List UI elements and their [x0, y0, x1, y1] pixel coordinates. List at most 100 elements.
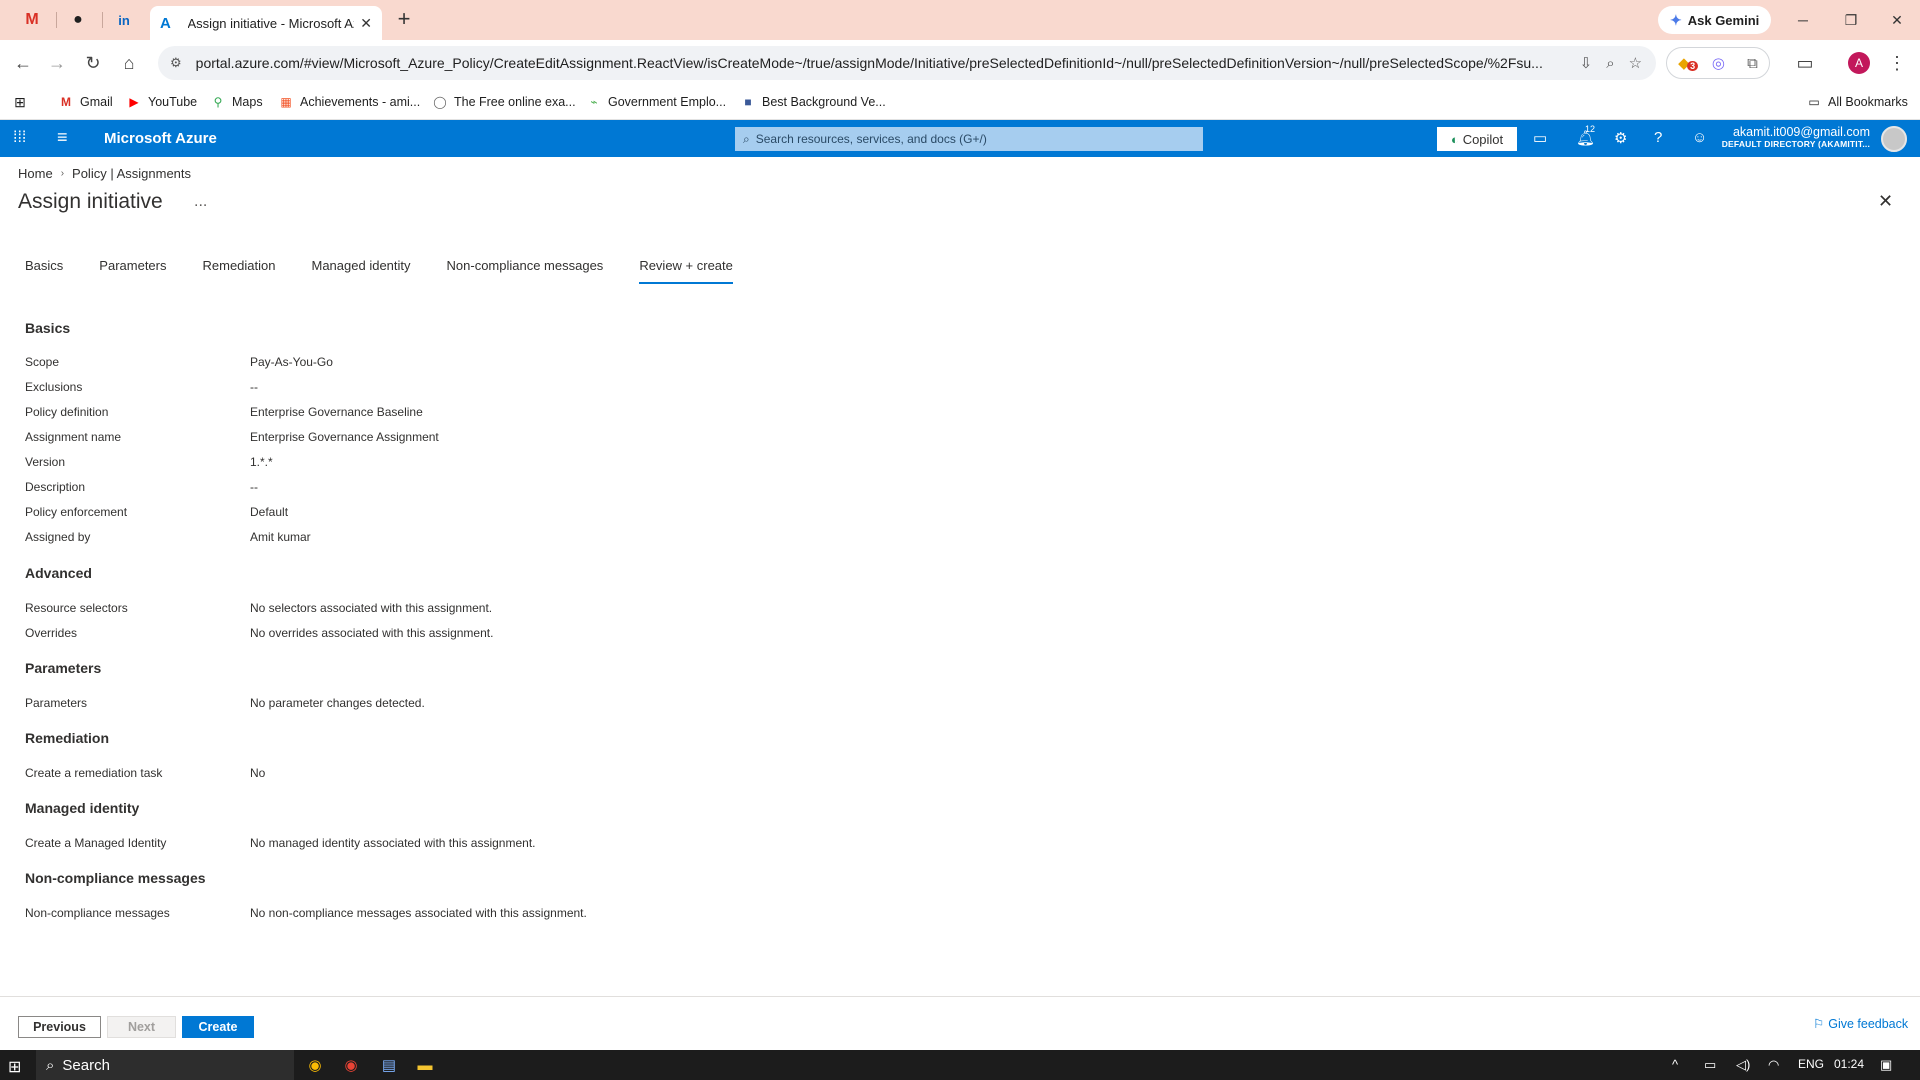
create-button[interactable]: Create — [182, 1016, 254, 1038]
notification-center-icon[interactable]: ▣ — [1880, 1057, 1892, 1073]
help-icon[interactable]: ? — [1654, 129, 1662, 146]
close-tab-icon[interactable]: ✕ — [360, 15, 372, 32]
clock[interactable]: 01:24 — [1834, 1057, 1864, 1071]
active-browser-tab[interactable]: A Assign initiative - Microsoft Azure ✕ — [150, 6, 382, 40]
next-button[interactable]: Next — [107, 1016, 176, 1038]
bookmark-label: Achievements - ami... — [300, 95, 421, 109]
search-placeholder: Search resources, services, and docs (G+… — [755, 132, 987, 146]
extension-icon[interactable]: ◎ — [1712, 54, 1725, 72]
close-blade-icon[interactable]: ✕ — [1878, 191, 1893, 212]
row-label: Scope — [25, 355, 60, 369]
row-label: Exclusions — [25, 380, 83, 394]
side-panel-icon[interactable]: ▭ — [1792, 50, 1818, 76]
row-label: Assignment name — [25, 430, 122, 444]
row-label: Resource selectors — [25, 601, 128, 615]
windows-start-icon[interactable]: ⊞ — [8, 1057, 21, 1077]
azure-brand[interactable]: Microsoft Azure — [104, 130, 217, 147]
linkedin-pinned-tab-icon[interactable]: in — [112, 8, 136, 32]
tab-parameters[interactable]: Parameters — [99, 252, 166, 284]
tab-review-create[interactable]: Review + create — [639, 252, 733, 284]
row-label: Create a Managed Identity — [25, 836, 167, 850]
volume-icon[interactable]: ◁) — [1736, 1057, 1750, 1073]
site-favicon-icon: ■ — [744, 95, 752, 109]
zoom-icon[interactable]: ⌕ — [1606, 55, 1614, 72]
settings-gear-icon[interactable]: ⚙ — [1614, 129, 1627, 147]
bookmark-free-online-exam[interactable]: ◯ The Free online exa... — [432, 92, 576, 112]
language-indicator[interactable]: ENG — [1798, 1057, 1824, 1071]
azure-search-input[interactable]: ⌕ Search resources, services, and docs (… — [735, 127, 1203, 151]
tab-remediation[interactable]: Remediation — [203, 252, 276, 284]
address-bar[interactable]: ⚙ portal.azure.com/#view/Microsoft_Azure… — [158, 46, 1656, 80]
give-feedback-link[interactable]: ⚐ Give feedback — [1813, 1016, 1908, 1032]
bookmark-star-icon[interactable]: ☆ — [1629, 54, 1642, 72]
ask-gemini-button[interactable]: ✦ Ask Gemini — [1658, 6, 1772, 34]
bookmark-achievements[interactable]: ▦ Achievements - ami... — [278, 92, 420, 112]
bookmark-best-background[interactable]: ■ Best Background Ve... — [740, 92, 885, 112]
chrome-active-icon[interactable]: ◉ — [340, 1054, 362, 1076]
tab-non-compliance-messages[interactable]: Non-compliance messages — [447, 252, 604, 284]
extensions-group: ◆ 3 ◎ ⧉ — [1666, 47, 1770, 79]
tab-managed-identity[interactable]: Managed identity — [312, 252, 411, 284]
search-icon: ⌕ — [743, 131, 750, 146]
restore-window-button[interactable]: ❐ — [1828, 8, 1874, 32]
microsoft-logo-icon: ▦ — [280, 95, 292, 109]
bookmark-government[interactable]: ⌁ Government Emplo... — [586, 92, 726, 112]
previous-button[interactable]: Previous — [18, 1016, 101, 1038]
extension-icon[interactable]: ◆ 3 — [1678, 54, 1699, 72]
account-menu[interactable]: akamit.it009@gmail.com DEFAULT DIRECTORY… — [1720, 125, 1870, 149]
copilot-button[interactable]: ◐ Copilot — [1437, 127, 1517, 151]
bookmark-youtube[interactable]: ▶ YouTube — [126, 92, 197, 112]
site-info-icon[interactable]: ⚙ — [170, 55, 182, 71]
bookmark-maps[interactable]: ⚲ Maps — [210, 92, 263, 112]
gmail-pinned-tab-icon[interactable]: M — [20, 8, 44, 32]
wifi-icon[interactable]: ◠ — [1768, 1057, 1779, 1073]
feedback-icon[interactable]: ☺ — [1692, 129, 1707, 146]
tab-basics[interactable]: Basics — [25, 252, 63, 284]
home-icon[interactable]: ⌂ — [116, 50, 142, 76]
section-heading-managed-identity: Managed identity — [25, 800, 140, 816]
row-label: Policy definition — [25, 405, 109, 419]
section-heading-non-compliance-messages: Non-compliance messages — [25, 870, 206, 886]
chevron-right-icon: › — [60, 168, 65, 179]
bookmark-label: The Free online exa... — [454, 95, 576, 109]
row-label: Create a remediation task — [25, 766, 163, 780]
account-avatar[interactable] — [1881, 126, 1907, 152]
wizard-tabs: Basics Parameters Remediation Managed id… — [25, 252, 769, 284]
youtube-icon: ▶ — [129, 95, 139, 109]
row-value: No managed identity associated with this… — [250, 836, 536, 850]
url-text[interactable]: portal.azure.com/#view/Microsoft_Azure_P… — [196, 55, 1566, 71]
taskbar-search[interactable]: ⌕ Search — [36, 1050, 294, 1080]
chrome-icon[interactable]: ◉ — [304, 1054, 326, 1076]
extensions-puzzle-icon[interactable]: ⧉ — [1747, 55, 1758, 72]
install-app-icon[interactable]: ⇩ — [1580, 54, 1593, 72]
all-bookmarks[interactable]: ▭ All Bookmarks — [1806, 92, 1908, 112]
breadcrumb-policy-assignments[interactable]: Policy | Assignments — [72, 166, 191, 181]
portal-menu-icon[interactable]: ≡ — [57, 127, 68, 148]
breadcrumb-home[interactable]: Home — [18, 166, 53, 181]
app-launcher-icon[interactable]: ⁞⁞⁞ — [13, 129, 26, 147]
page-title: Assign initiative — [18, 190, 163, 213]
back-arrow-icon[interactable]: ← — [10, 50, 36, 76]
forward-arrow-icon[interactable]: → — [44, 50, 70, 76]
file-explorer-icon[interactable]: ▬ — [414, 1054, 436, 1076]
bookmark-gmail[interactable]: M Gmail — [58, 92, 113, 112]
minimize-window-button[interactable]: ─ — [1780, 8, 1826, 32]
close-window-button[interactable]: ✕ — [1874, 8, 1920, 32]
browser-menu-icon[interactable]: ⋮ — [1884, 50, 1910, 76]
profile-avatar[interactable]: A — [1848, 52, 1870, 74]
notepad-icon[interactable]: ▤ — [378, 1054, 400, 1076]
reload-icon[interactable]: ↻ — [80, 50, 106, 76]
section-heading-basics: Basics — [25, 320, 71, 336]
new-tab-button[interactable]: + — [392, 8, 416, 32]
folder-icon: ▭ — [1808, 95, 1820, 109]
row-value: Default — [250, 505, 289, 519]
more-options-button[interactable]: ... — [194, 193, 207, 211]
row-value: Amit kumar — [250, 530, 311, 544]
github-pinned-tab-icon[interactable]: ● — [66, 8, 90, 32]
battery-icon[interactable]: ▭ — [1704, 1057, 1716, 1073]
cloud-shell-icon[interactable]: ▭ — [1533, 129, 1547, 147]
tray-overflow-chevron-icon[interactable]: ^ — [1672, 1057, 1678, 1072]
row-label: Parameters — [25, 696, 88, 710]
row-label: Version — [25, 455, 66, 469]
apps-grid-icon[interactable]: ⊞ — [12, 92, 28, 112]
